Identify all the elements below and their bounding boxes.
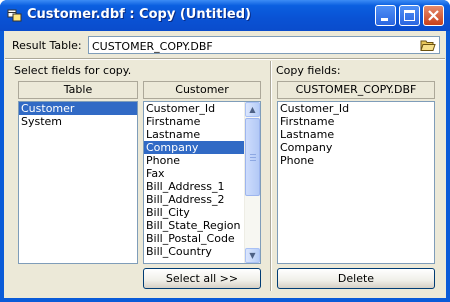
result-table-label: Result Table: xyxy=(12,39,82,52)
close-icon xyxy=(428,10,439,21)
delete-button[interactable]: Delete xyxy=(277,268,435,289)
window-title: Customer.dbf : Copy (Untitled) xyxy=(27,7,251,22)
panel-divider xyxy=(270,61,272,291)
scroll-up-icon[interactable]: ▲ xyxy=(245,102,260,117)
field-item[interactable]: Bill_Address_2 xyxy=(144,193,260,206)
field-item[interactable]: Customer_Id xyxy=(144,102,260,115)
scroll-down-icon[interactable]: ▼ xyxy=(245,248,260,263)
dialog-client-area: Result Table: CUSTOMER_COPY.DBF Select f… xyxy=(4,31,446,298)
copy-field-item[interactable]: Customer_Id xyxy=(278,102,434,115)
result-table-field[interactable]: CUSTOMER_COPY.DBF xyxy=(88,36,440,54)
close-button[interactable] xyxy=(423,5,444,26)
copy-field-item[interactable]: Phone xyxy=(278,154,434,167)
field-item[interactable]: Bill_Address_1 xyxy=(144,180,260,193)
field-item[interactable]: Phone xyxy=(144,154,260,167)
fields-column-header: Customer xyxy=(143,81,261,99)
grip-line xyxy=(250,154,256,155)
minimize-button[interactable] xyxy=(375,5,396,26)
minimize-icon xyxy=(381,18,388,21)
maximize-button[interactable] xyxy=(399,5,420,26)
select-all-button[interactable]: Select all >> xyxy=(143,268,261,289)
scroll-thumb[interactable] xyxy=(245,118,260,196)
table-item-system[interactable]: System xyxy=(19,115,137,128)
copy-fields-header: CUSTOMER_COPY.DBF xyxy=(277,81,435,99)
result-table-value: CUSTOMER_COPY.DBF xyxy=(92,40,213,53)
field-item[interactable]: Fax xyxy=(144,167,260,180)
field-item[interactable]: Bill_Country xyxy=(144,245,260,258)
field-item[interactable]: Lastname xyxy=(144,128,260,141)
copy-field-item[interactable]: Lastname xyxy=(278,128,434,141)
field-list-scrollbar[interactable]: ▲ ▼ xyxy=(244,102,260,263)
table-column-header: Table xyxy=(18,81,138,99)
field-item-selected[interactable]: Company xyxy=(144,141,244,154)
field-item[interactable]: Firstname xyxy=(144,115,260,128)
open-folder-icon[interactable] xyxy=(420,39,436,52)
table-list[interactable]: Customer System xyxy=(18,101,138,264)
copy-field-item[interactable]: Company xyxy=(278,141,434,154)
copy-fields-list[interactable]: Customer_Id Firstname Lastname Company P… xyxy=(277,101,435,264)
top-divider xyxy=(5,58,445,60)
field-list[interactable]: Customer_Id Firstname Lastname Company P… xyxy=(143,101,261,264)
field-item[interactable]: Bill_State_Region xyxy=(144,219,260,232)
grip-line xyxy=(250,160,256,161)
copy-field-item[interactable]: Firstname xyxy=(278,115,434,128)
title-bar[interactable]: Customer.dbf : Copy (Untitled) xyxy=(0,0,450,31)
table-item-customer[interactable]: Customer xyxy=(19,102,137,115)
maximize-icon xyxy=(404,10,415,21)
select-fields-label: Select fields for copy. xyxy=(14,64,132,77)
grip-line xyxy=(250,157,256,158)
field-item[interactable]: Bill_Postal_Code xyxy=(144,232,260,245)
copy-fields-label: Copy fields: xyxy=(276,64,341,77)
field-item[interactable]: Bill_City xyxy=(144,206,260,219)
table-copy-icon xyxy=(7,9,22,22)
copy-dialog-window: Customer.dbf : Copy (Untitled) Result Ta… xyxy=(0,0,450,302)
